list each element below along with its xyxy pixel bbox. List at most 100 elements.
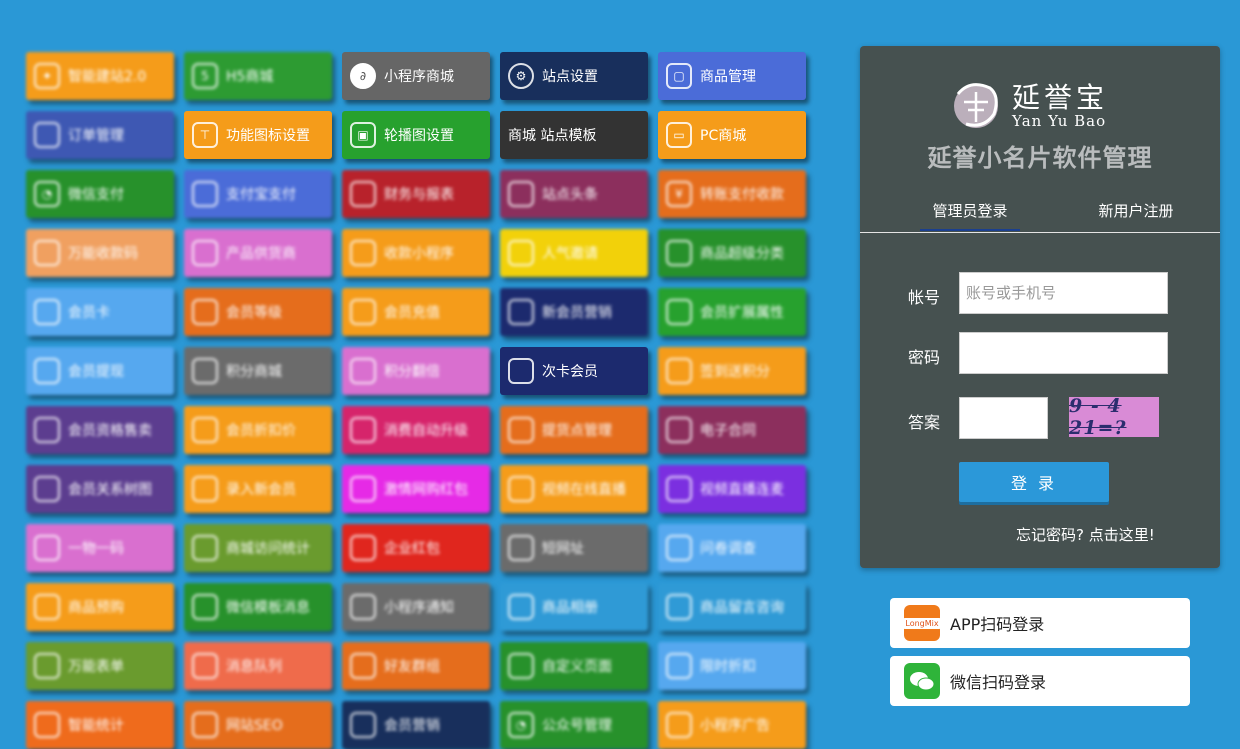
module-tile[interactable]: 新会员营销	[500, 288, 648, 336]
module-tile-label: 积分翻倍	[384, 364, 440, 380]
captcha-answer-input[interactable]	[959, 397, 1048, 439]
module-tile[interactable]: ⚙ 站点设置	[500, 52, 648, 100]
module-tile[interactable]: 短网址	[500, 524, 648, 572]
forgot-password-link[interactable]: 忘记密码? 点击这里!	[1016, 524, 1155, 545]
module-tile[interactable]: ◔ 微信支付	[26, 170, 174, 218]
module-tile[interactable]: 一物一码	[26, 524, 174, 572]
module-tile[interactable]: 积分翻倍	[342, 347, 490, 395]
module-tile-label: 一物一码	[68, 541, 124, 557]
module-tile[interactable]: ◔ 公众号管理	[500, 701, 648, 749]
wechat-qr-login-label: 微信扫码登录	[950, 673, 1047, 692]
module-tile[interactable]: 网站SEO	[184, 701, 332, 749]
module-tile[interactable]: ▢ 商品管理	[658, 52, 806, 100]
envelope-icon	[350, 535, 376, 561]
module-tile[interactable]: 商品预购	[26, 583, 174, 631]
gear-icon: ⚙	[508, 63, 534, 89]
module-tile[interactable]: 商城访问统计	[184, 524, 332, 572]
wechat-icon	[904, 663, 940, 699]
module-tile[interactable]: 会员资格售卖	[26, 406, 174, 454]
signpost-icon: ⊤	[192, 122, 218, 148]
module-tile[interactable]: 电子合同	[658, 406, 806, 454]
module-tile[interactable]: 微信模板消息	[184, 583, 332, 631]
password-label: 密码	[908, 348, 941, 367]
password-input[interactable]	[959, 332, 1168, 374]
module-tile-label: 短网址	[542, 541, 584, 557]
module-tile[interactable]: 会员关系树图	[26, 465, 174, 513]
module-tile[interactable]: 自定义页面	[500, 642, 648, 690]
module-tile[interactable]: 会员充值	[342, 288, 490, 336]
module-tile[interactable]: 订单管理	[26, 111, 174, 159]
module-tile[interactable]: 消息队列	[184, 642, 332, 690]
module-tile[interactable]: ▭ PC商城	[658, 111, 806, 159]
module-tile[interactable]: 次卡会员	[500, 347, 648, 395]
module-tile[interactable]: 产品供货商	[184, 229, 332, 277]
module-tile-label: 小程序广告	[700, 718, 770, 734]
module-tile[interactable]: 积分商城	[184, 347, 332, 395]
module-tile-label: 次卡会员	[542, 364, 598, 380]
module-tile[interactable]: 会员卡	[26, 288, 174, 336]
module-tile[interactable]: ✦ 智能建站2.0	[26, 52, 174, 100]
module-tile-label: 商品相册	[542, 600, 598, 616]
module-tile[interactable]: ▣ 轮播图设置	[342, 111, 490, 159]
module-tile[interactable]: 激情网购红包	[342, 465, 490, 513]
module-tile[interactable]: 消费自动升级	[342, 406, 490, 454]
module-tile[interactable]: 好友群组	[342, 642, 490, 690]
module-tile[interactable]: 商品留言咨询	[658, 583, 806, 631]
module-tile-label: 站点头条	[542, 187, 598, 203]
module-tile[interactable]: 企业红包	[342, 524, 490, 572]
wechat-icon: ◔	[34, 181, 60, 207]
module-tile[interactable]: 限时折扣	[658, 642, 806, 690]
module-tile-label: 商品预购	[68, 600, 124, 616]
module-tile-label: 人气邀请	[542, 246, 598, 262]
module-tile[interactable]: 收款小程序	[342, 229, 490, 277]
module-tile[interactable]: 智能统计	[26, 701, 174, 749]
module-tile[interactable]: ∂ 小程序商城	[342, 52, 490, 100]
tab-new-user-register[interactable]: 新用户注册	[1086, 200, 1186, 229]
module-tile[interactable]: 万能表单	[26, 642, 174, 690]
module-tile-label: H5商城	[226, 69, 274, 85]
module-tile[interactable]: 支付宝支付	[184, 170, 332, 218]
module-tile[interactable]: 会员提现	[26, 347, 174, 395]
module-tile[interactable]: 站点头条	[500, 170, 648, 218]
module-tile[interactable]: 小程序广告	[658, 701, 806, 749]
module-tile[interactable]: 会员等级	[184, 288, 332, 336]
module-tile[interactable]: 商品超级分类	[658, 229, 806, 277]
module-tile[interactable]: 签到送积分	[658, 347, 806, 395]
module-tile[interactable]: 商品相册	[500, 583, 648, 631]
module-tile[interactable]: 视频直播连麦	[658, 465, 806, 513]
module-tile[interactable]: 万能收款码	[26, 229, 174, 277]
wechat-qr-login-button[interactable]: 微信扫码登录	[890, 656, 1190, 706]
module-tile[interactable]: 会员折扣价	[184, 406, 332, 454]
cart-icon	[508, 417, 534, 443]
module-tile[interactable]: 财务与报表	[342, 170, 490, 218]
module-tile[interactable]: 会员营销	[342, 701, 490, 749]
module-tile-label: 商品超级分类	[700, 246, 784, 262]
module-tile[interactable]: ¥ 转账支付收款	[658, 170, 806, 218]
module-tile[interactable]: ⊤ 功能图标设置	[184, 111, 332, 159]
scan-icon	[34, 535, 60, 561]
module-tile[interactable]: 商城 站点模板	[500, 111, 648, 159]
module-tile-label: 小程序商城	[384, 69, 454, 85]
module-tile[interactable]: 视频在线直播	[500, 465, 648, 513]
pie-icon	[34, 712, 60, 738]
alipay-icon	[192, 181, 218, 207]
app-qr-login-button[interactable]: LongMix APP扫码登录	[890, 598, 1190, 648]
ticket-icon	[508, 358, 534, 384]
module-tile[interactable]: 人气邀请	[500, 229, 648, 277]
module-tile-label: 支付宝支付	[226, 187, 296, 203]
module-tile-label: 消费自动升级	[384, 423, 468, 439]
module-tile[interactable]: 录入新会员	[184, 465, 332, 513]
login-button[interactable]: 登 录	[959, 462, 1109, 502]
captcha-image[interactable]: 9 - 4 21=?	[1069, 395, 1159, 439]
tab-admin-login[interactable]: 管理员登录	[920, 200, 1020, 231]
module-tile[interactable]: 提货点管理	[500, 406, 648, 454]
account-input[interactable]	[959, 272, 1168, 314]
module-tile-label: 好友群组	[384, 659, 440, 675]
module-tile[interactable]: 小程序通知	[342, 583, 490, 631]
puzzle-icon	[666, 299, 692, 325]
bag-icon: ▢	[666, 63, 692, 89]
module-tile[interactable]: 5 H5商城	[184, 52, 332, 100]
card-icon	[34, 299, 60, 325]
module-tile[interactable]: 问卷调查	[658, 524, 806, 572]
module-tile[interactable]: 会员扩展属性	[658, 288, 806, 336]
